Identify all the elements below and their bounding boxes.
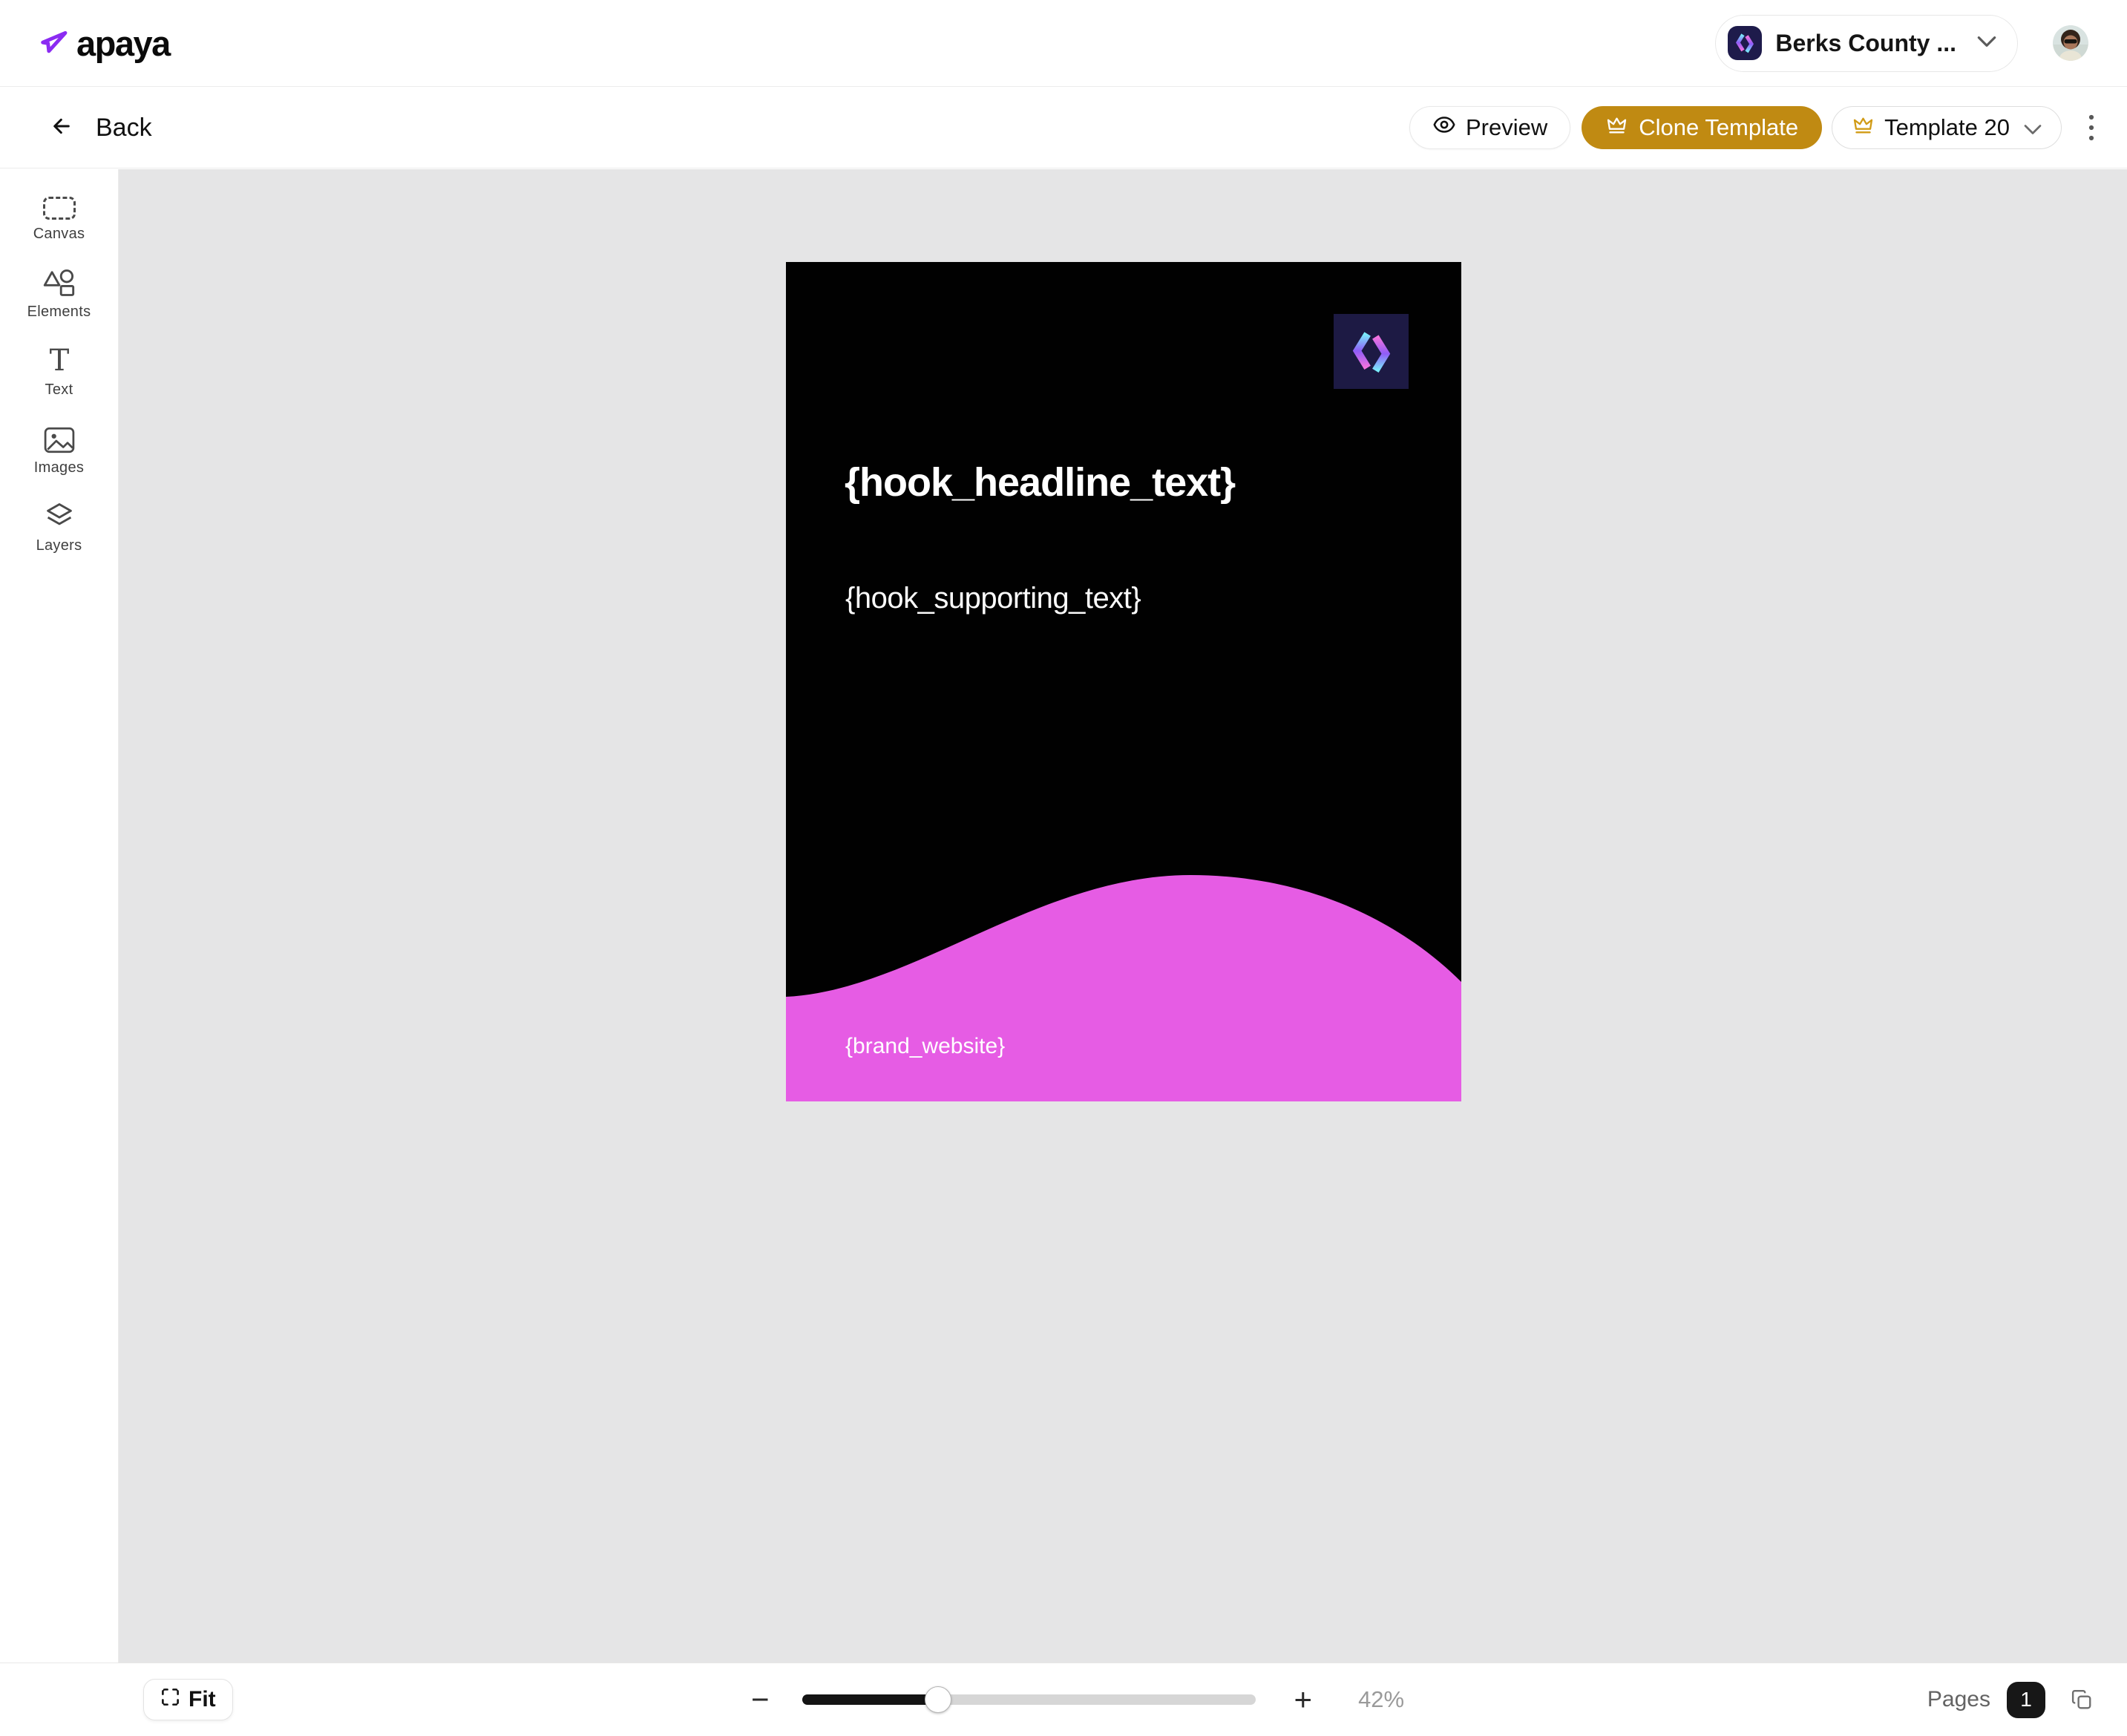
- fit-button[interactable]: Fit: [143, 1679, 233, 1720]
- zoom-slider[interactable]: [802, 1686, 1256, 1713]
- brand-name: apaya: [76, 23, 171, 63]
- sidebar-item-canvas[interactable]: Canvas: [0, 187, 119, 265]
- preview-button[interactable]: Preview: [1409, 106, 1571, 149]
- zoom-slider-fill: [802, 1694, 938, 1705]
- workspace-name: Berks County ...: [1775, 29, 1956, 56]
- zoom-in-button[interactable]: +: [1294, 1684, 1313, 1715]
- headline-placeholder[interactable]: {hook_headline_text}: [845, 459, 1236, 505]
- pages-label: Pages: [1927, 1687, 1990, 1712]
- workspace-selector[interactable]: Berks County ...: [1715, 14, 2018, 72]
- page-count-badge[interactable]: 1: [2007, 1681, 2045, 1718]
- brand-logo[interactable]: apaya: [39, 23, 171, 64]
- zoom-slider-thumb[interactable]: [924, 1686, 951, 1713]
- card-brand-logo[interactable]: [1334, 314, 1409, 389]
- shapes-icon: [43, 265, 76, 298]
- sidebar-item-images[interactable]: Images: [0, 421, 119, 499]
- chevron-down-icon: [1977, 36, 1996, 51]
- preview-label: Preview: [1466, 114, 1548, 140]
- zoom-percentage: 42%: [1358, 1686, 1405, 1712]
- tools-sidebar: Canvas Elements T Text Images Layers: [0, 169, 119, 1663]
- zoom-controls: − + 42%: [751, 1663, 1418, 1736]
- maximize-icon: [160, 1687, 180, 1713]
- sidebar-item-layers[interactable]: Layers: [0, 499, 119, 577]
- chevron-down-icon: [2024, 114, 2042, 141]
- clone-template-label: Clone Template: [1639, 114, 1799, 140]
- svg-text:T: T: [49, 346, 69, 376]
- clone-template-button[interactable]: Clone Template: [1582, 106, 1823, 149]
- apaya-logo-icon: [39, 27, 71, 59]
- fit-label: Fit: [189, 1687, 216, 1712]
- arrow-left-icon: [50, 114, 73, 142]
- zoom-out-button[interactable]: −: [751, 1684, 770, 1715]
- canvas-icon: [42, 187, 76, 220]
- app-header: apaya Berks County ...: [0, 0, 2127, 87]
- layers-icon: [43, 499, 76, 531]
- editor-canvas[interactable]: {hook_headline_text} {hook_supporting_te…: [119, 169, 2127, 1663]
- text-icon: T: [45, 343, 74, 376]
- design-card[interactable]: {hook_headline_text} {hook_supporting_te…: [786, 262, 1461, 1101]
- template-label: Template 20: [1884, 114, 2010, 140]
- editor-toolbar: Back Preview Clone Template Template 20: [0, 88, 2127, 168]
- image-icon: [44, 421, 75, 453]
- supporting-text-placeholder[interactable]: {hook_supporting_text}: [845, 582, 1141, 615]
- workspace-logo-icon: [1728, 26, 1763, 60]
- brand-website-placeholder[interactable]: {brand_website}: [845, 1034, 1005, 1059]
- duplicate-page-button[interactable]: [2071, 1688, 2093, 1711]
- more-options-button[interactable]: [2077, 106, 2106, 149]
- back-label: Back: [96, 113, 152, 142]
- bottom-bar: Fit − + 42% Pages 1: [0, 1663, 2127, 1735]
- sidebar-item-elements[interactable]: Elements: [0, 265, 119, 343]
- user-avatar[interactable]: [2053, 25, 2088, 61]
- eye-icon: [1432, 113, 1456, 143]
- crown-icon: [1852, 114, 1875, 143]
- template-selector[interactable]: Template 20: [1832, 106, 2062, 149]
- crown-icon: [1605, 114, 1628, 143]
- back-button[interactable]: Back: [50, 114, 152, 143]
- pages-controls: Pages 1: [1927, 1663, 2093, 1736]
- sidebar-item-text[interactable]: T Text: [0, 343, 119, 421]
